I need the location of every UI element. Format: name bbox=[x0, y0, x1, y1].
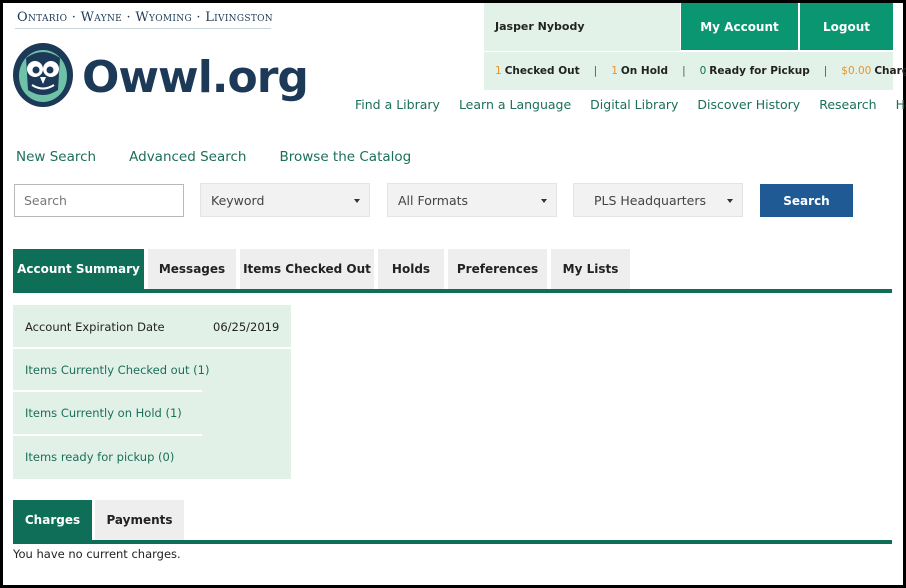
account-summary-panel: Account Expiration Date 06/25/2019 Items… bbox=[13, 305, 291, 479]
search-type-select[interactable]: Keyword bbox=[200, 183, 370, 217]
location-value: PLS Headquarters bbox=[594, 192, 706, 208]
advanced-search-link[interactable]: Advanced Search bbox=[129, 149, 246, 165]
checked-out-items-link[interactable]: Items Currently Checked out (1) bbox=[25, 363, 209, 377]
nav-find-library[interactable]: Find a Library bbox=[355, 97, 440, 112]
expiration-row: Account Expiration Date 06/25/2019 bbox=[13, 305, 291, 347]
checked-out-count: 1 bbox=[495, 65, 502, 77]
logout-button[interactable]: Logout bbox=[800, 3, 893, 50]
nav-learn-language[interactable]: Learn a Language bbox=[459, 97, 571, 112]
search-button[interactable]: Search bbox=[760, 184, 853, 217]
nav-help[interactable]: Help bbox=[896, 97, 906, 112]
caret-down-icon bbox=[354, 199, 360, 203]
location-select[interactable]: PLS Headquarters bbox=[573, 183, 743, 217]
summary-divider bbox=[13, 347, 291, 349]
tab-charges[interactable]: Charges bbox=[13, 500, 92, 540]
search-input[interactable] bbox=[14, 184, 184, 217]
on-hold-items-link[interactable]: Items Currently on Hold (1) bbox=[25, 406, 182, 420]
account-status-bar: 1 Checked Out | 1 On Hold | 0 Ready for Pic… bbox=[484, 52, 906, 90]
caret-down-icon bbox=[727, 199, 733, 203]
ready-label: Ready for Pickup bbox=[709, 65, 810, 77]
search-links: New Search Advanced Search Browse the Ca… bbox=[16, 149, 444, 165]
tab-my-lists[interactable]: My Lists bbox=[551, 249, 630, 289]
status-separator: | bbox=[823, 65, 828, 77]
charges-tabs-underline bbox=[13, 540, 892, 544]
on-hold-label: On Hold bbox=[620, 65, 669, 77]
status-charges[interactable]: $0.00Charges bbox=[841, 65, 906, 77]
browse-catalog-link[interactable]: Browse the Catalog bbox=[279, 149, 411, 165]
nav-research[interactable]: Research bbox=[819, 97, 876, 112]
user-name: Jasper Nybody bbox=[495, 20, 585, 33]
expiration-value: 06/25/2019 bbox=[213, 320, 280, 334]
status-on-hold[interactable]: 1 On Hold bbox=[611, 65, 668, 77]
status-checked-out[interactable]: 1 Checked Out bbox=[495, 65, 580, 77]
charges-tabs: Charges Payments bbox=[13, 500, 187, 540]
summary-divider bbox=[13, 434, 202, 436]
account-tabs: Account Summary Messages Items Checked O… bbox=[13, 249, 634, 289]
tabs-underline bbox=[13, 289, 892, 293]
tab-preferences[interactable]: Preferences bbox=[448, 249, 547, 289]
no-charges-message: You have no current charges. bbox=[13, 547, 181, 561]
owl-logo-icon[interactable] bbox=[12, 38, 74, 108]
tagline-divider bbox=[15, 28, 271, 29]
checked-out-label: Checked Out bbox=[504, 65, 580, 77]
expiration-label: Account Expiration Date bbox=[25, 320, 165, 334]
my-account-button[interactable]: My Account bbox=[681, 3, 798, 50]
caret-down-icon bbox=[541, 199, 547, 203]
site-logo-text[interactable]: Owwl.org bbox=[82, 52, 309, 104]
charges-label: Charges bbox=[874, 65, 906, 77]
tab-items-checked-out[interactable]: Items Checked Out bbox=[240, 249, 374, 289]
tab-payments[interactable]: Payments bbox=[95, 500, 184, 540]
nav-discover-history[interactable]: Discover History bbox=[697, 97, 800, 112]
user-bar: Jasper Nybody bbox=[484, 3, 680, 51]
counties-tagline: Ontario · Wayne · Wyoming · Livingston bbox=[17, 10, 273, 25]
charges-amount: $0.00 bbox=[841, 65, 872, 77]
ready-pickup-items-link[interactable]: Items ready for pickup (0) bbox=[25, 450, 174, 464]
status-separator: | bbox=[593, 65, 598, 77]
nav-digital-library[interactable]: Digital Library bbox=[590, 97, 678, 112]
search-type-value: Keyword bbox=[211, 192, 265, 208]
tab-account-summary[interactable]: Account Summary bbox=[13, 249, 144, 289]
status-separator: | bbox=[682, 65, 686, 77]
status-ready-pickup[interactable]: 0 Ready for Pickup bbox=[700, 65, 810, 77]
tab-messages[interactable]: Messages bbox=[148, 249, 236, 289]
format-select[interactable]: All Formats bbox=[387, 183, 557, 217]
format-value: All Formats bbox=[398, 192, 469, 208]
on-hold-count: 1 bbox=[611, 65, 618, 77]
tab-holds[interactable]: Holds bbox=[378, 249, 444, 289]
top-navigation: Find a Library Learn a Language Digital … bbox=[355, 97, 906, 112]
new-search-link[interactable]: New Search bbox=[16, 149, 96, 165]
ready-count: 0 bbox=[699, 65, 707, 77]
summary-divider bbox=[13, 390, 202, 392]
